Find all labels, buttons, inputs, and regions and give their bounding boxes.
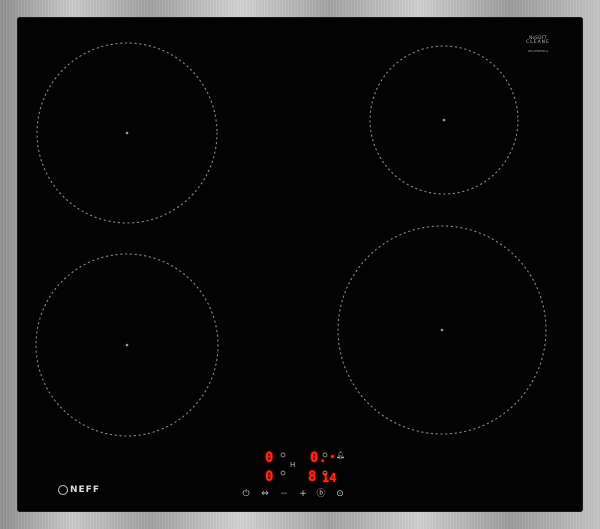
- feature-label-line2: CLEANE: [526, 40, 550, 45]
- display-indicator-dot: [331, 455, 334, 458]
- zone-select-icon[interactable]: ⇔: [259, 489, 271, 499]
- brand-logo: NEFF: [58, 485, 100, 495]
- zone-indicator-icon-1: [280, 452, 286, 458]
- cooking-zones-layer: [35, 42, 547, 476]
- center-mark: H: [290, 461, 296, 469]
- display-right-bottom-main: 8: [308, 469, 317, 485]
- cooking-zone-rear-left-center: [125, 131, 129, 135]
- cooking-zone-front-left-center: [125, 343, 129, 347]
- display-right-top: 0.: [310, 450, 327, 466]
- cooking-zone-rear-right-center: [442, 118, 446, 122]
- brand-logo-text: NEFF: [70, 485, 100, 495]
- display-timer-digits: 14: [322, 471, 337, 485]
- display-left-top: 0: [265, 450, 274, 466]
- zone-indicator-icon-2: [280, 470, 286, 476]
- display-left-bottom: 0: [265, 469, 274, 485]
- power-icon[interactable]: ⏻: [240, 489, 252, 499]
- timer-icon[interactable]: ⊙: [334, 489, 346, 499]
- plus-button[interactable]: +: [297, 489, 309, 499]
- feature-label: NoSOFT CLEANE SEGOMERKUL: [520, 35, 556, 54]
- cooking-zone-front-right-center: [440, 328, 444, 332]
- minus-button[interactable]: −: [278, 489, 290, 499]
- brand-logo-icon: [58, 485, 68, 495]
- bell-icon: 🔔︎: [336, 451, 345, 459]
- lock-icon[interactable]: ⓑ: [315, 489, 327, 499]
- feature-label-small: SEGOMERKUL: [527, 49, 549, 53]
